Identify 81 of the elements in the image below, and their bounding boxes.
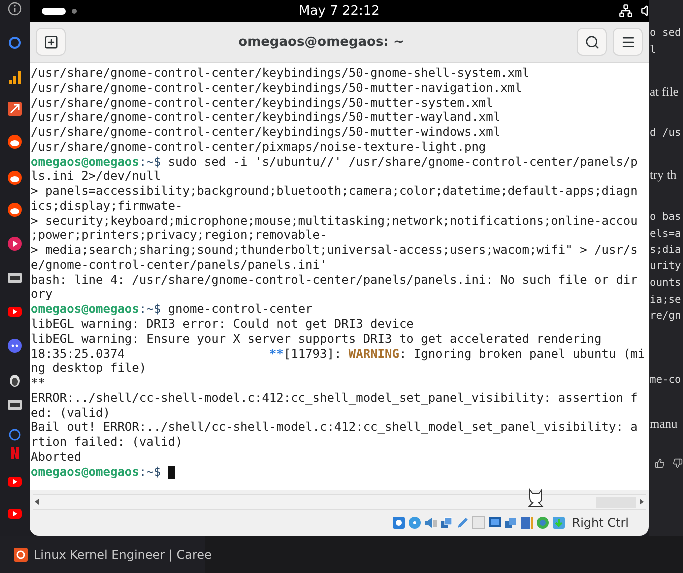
terminal-line: ed: (valid) [31, 406, 112, 420]
plus-icon [44, 34, 58, 50]
terminal-line: rtion failed: (valid) [31, 435, 184, 450]
terminal-line: Bail out! ERROR:../shell/cc-shell-model.c:412:cc_shell_model_set_panel_visibility: a [31, 420, 639, 436]
terminal-line: libEGL warning: Ensure your X server supports DRI3 to get accelerated rendering [31, 332, 603, 347]
video-icon[interactable] [8, 507, 22, 521]
circular-arrows-icon[interactable] [536, 516, 550, 530]
sidebar-tab-item[interactable]: Linux Kernel Engineer | Caree [14, 548, 212, 562]
page-text-fragment: o bas [650, 210, 682, 225]
clock[interactable]: May 7 22:12 [280, 4, 400, 18]
workspace-dot[interactable] [72, 8, 77, 14]
terminal-line: /usr/share/gnome-control-center/keybindings/50-mutter-windows.xml [31, 125, 502, 140]
video-icon[interactable] [8, 305, 22, 319]
horizontal-scrollbar[interactable] [33, 494, 646, 510]
new-tab-button[interactable] [36, 28, 66, 56]
network-icon[interactable] [619, 4, 633, 18]
scroll-right-icon[interactable] [638, 497, 646, 507]
info-icon[interactable] [8, 2, 22, 16]
terminal-line: > media;search;sharing;sound;thunderbolt;universal-access;users;wacom;wifi" > /usr/s [31, 243, 639, 258]
terminal-area[interactable] [30, 63, 649, 490]
terminal-line: /usr/share/gnome-control-center/keybindings/50-mutter-wayland.xml [31, 110, 502, 126]
menu-icon [620, 34, 636, 50]
page-text-fragment: at file [650, 84, 679, 101]
page-text-fragment: els=a [650, 227, 682, 242]
chat-icon[interactable] [8, 339, 22, 353]
card-icon[interactable] [8, 271, 22, 285]
terminal-line: omegaos@omegaos:~$ [31, 464, 162, 480]
ubuntu-icon [14, 548, 28, 562]
terminal-line: ** [31, 376, 46, 391]
page-text-fragment: me-co [650, 373, 682, 388]
windows-icon[interactable] [440, 516, 454, 530]
terminal-line: omegaos@omegaos:~$ sudo sed -i 's/ubuntu//' /usr/share/gnome-control-center/panels/p [31, 154, 639, 170]
page-text-fragment: o sed [650, 26, 682, 41]
video-icon[interactable] [8, 475, 22, 489]
terminal-line: bash: line 4: /usr/share/gnome-control-center/panels/panels.ini: No such file or dir [31, 272, 639, 288]
terminal-line: ERROR:../shell/cc-shell-model.c:412:cc_shell_model_set_panel_visibility: assertion f [31, 390, 639, 406]
terminal-line: ory [31, 287, 54, 302]
terminal-line: omegaos@omegaos:~$ gnome-control-center [31, 302, 314, 318]
ring-icon[interactable] [8, 36, 22, 50]
window-title: omegaos@omegaos: ~ [238, 34, 406, 50]
page-text-fragment: manu [650, 416, 678, 433]
windows-icon[interactable] [504, 516, 518, 530]
terminal-line: Aborted [31, 450, 83, 465]
arrow-tile-icon[interactable] [8, 102, 22, 116]
circle-icon[interactable] [8, 428, 22, 442]
terminal-line: > security;keyboard;microphone;mouse;multitasking;network;notifications;online-accou [31, 214, 639, 228]
page-text-fragment: d /us [650, 126, 682, 141]
terminal-line: ics;display;firmwate- [31, 198, 184, 214]
page-text-fragment: s;dia [650, 243, 682, 258]
host-key-label: Right Ctrl [572, 516, 629, 530]
page-text-fragment: l [650, 43, 656, 58]
thumbs-up-icon[interactable] [655, 457, 665, 470]
card-icon[interactable] [8, 398, 22, 412]
bar-chart-icon[interactable] [8, 70, 22, 84]
search-icon [584, 34, 600, 50]
page-text-fragment: ounts [650, 276, 682, 291]
terminal-line: e/gnome-control-center/panels/panels.ini' [31, 258, 328, 273]
workspace-indicator[interactable] [42, 8, 66, 14]
monitor-icon[interactable] [488, 516, 502, 530]
terminal-line: > panels=accessibility;background;bluetooth;camera;color;datetime;default-apps;diagn [31, 184, 639, 199]
page-text-fragment: ia;se [650, 293, 682, 308]
terminal-line: ng desktop file) [31, 361, 148, 376]
page-text-fragment: try th [650, 167, 677, 184]
menu-button[interactable] [613, 28, 643, 56]
terminal-line: /usr/share/gnome-control-center/pixmaps/noise-texture-light.png [31, 140, 488, 155]
terminal-line: 18:35:25.0374 **[11793]: WARNING: Ignoring broken panel ubuntu (mi [31, 346, 646, 362]
speaker-icon[interactable] [424, 516, 438, 530]
terminal-line: /usr/share/gnome-control-center/keybindings/50-mutter-navigation.xml [31, 80, 524, 96]
terminal-line: ls.ini 2>/dev/null [31, 169, 162, 184]
page-text-fragment: re/gn [650, 309, 682, 324]
disc-icon[interactable] [408, 516, 422, 530]
terminal-line: libEGL warning: DRI3 error: Could not get DRI3 device [31, 317, 415, 332]
page-text-fragment: urity [650, 259, 682, 274]
play-icon[interactable] [8, 237, 22, 251]
thumbs-down-icon[interactable] [673, 457, 683, 470]
pencil-icon[interactable] [456, 516, 470, 530]
terminal-line: /usr/share/gnome-control-center/keybindings/50-gnome-shell-system.xml [31, 66, 530, 81]
scroll-left-icon[interactable] [33, 497, 41, 507]
terminal-line: /usr/share/gnome-control-center/keybindings/50-mutter-system.xml [31, 96, 494, 110]
search-button[interactable] [577, 28, 607, 56]
terminal-line: ;power;printers;privacy;region;removable- [31, 228, 328, 244]
